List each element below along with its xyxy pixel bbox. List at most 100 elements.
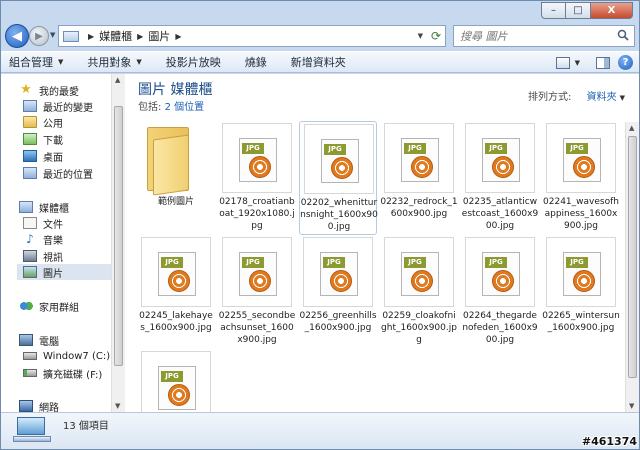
content-scroll-thumb[interactable] bbox=[628, 136, 637, 378]
file-item[interactable]: JPG 02255_secondbeachsunset_1600x900.jpg bbox=[218, 235, 296, 349]
jpg-file-icon: JPG bbox=[321, 139, 359, 183]
star-icon: ★ bbox=[20, 82, 32, 97]
nav-item-drive-f[interactable]: 擴充磁碟 (F:) bbox=[23, 365, 102, 381]
nav-item-label: 電腦 bbox=[39, 336, 59, 348]
nav-item-label: 最近的位置 bbox=[43, 169, 93, 181]
nav-item-public[interactable]: 公用 bbox=[23, 114, 63, 130]
content-scrollbar[interactable]: ▲ ▼ bbox=[625, 122, 639, 412]
nav-item-network[interactable]: 網路 bbox=[19, 398, 59, 412]
close-button[interactable]: X bbox=[591, 2, 633, 19]
breadcrumb-libraries[interactable]: 媒體櫃 bbox=[99, 28, 132, 44]
nav-item-music[interactable]: ♪ 音樂 bbox=[23, 231, 63, 247]
hard-drive-icon bbox=[23, 352, 37, 360]
search-icon[interactable] bbox=[617, 29, 629, 41]
maximize-button[interactable]: □ bbox=[566, 2, 591, 19]
file-name: 02178_croatianboat_1920x1080.jpg bbox=[219, 197, 295, 231]
nav-item-desktop[interactable]: 桌面 bbox=[23, 148, 63, 164]
scroll-down-icon[interactable]: ▼ bbox=[115, 402, 120, 410]
change-view-icon[interactable] bbox=[555, 56, 570, 69]
file-thumbnail: JPG bbox=[304, 124, 374, 194]
file-type-tag: JPG bbox=[161, 371, 183, 382]
nav-scrollbar[interactable]: ▲ ▼ bbox=[111, 74, 125, 412]
scroll-up-icon[interactable]: ▲ bbox=[629, 124, 634, 132]
folder-icon bbox=[23, 100, 37, 112]
breadcrumb-separator-icon[interactable]: ▶ bbox=[137, 32, 143, 41]
file-name: 02265_wintersun_1600x900.jpg bbox=[542, 311, 620, 333]
nav-item-drive-c[interactable]: Window7 (C:) bbox=[23, 348, 110, 364]
locations-link[interactable]: 2 個位置 bbox=[165, 102, 205, 113]
file-item[interactable]: JPG 02235_atlanticwestcoast_1600x900.jpg bbox=[461, 121, 539, 235]
nav-item-favorites[interactable]: ★ 我的最愛 bbox=[19, 82, 79, 98]
homegroup-icon bbox=[19, 300, 33, 312]
organize-menu[interactable]: 組合管理 ▼ bbox=[9, 54, 63, 70]
search-box[interactable] bbox=[453, 25, 635, 47]
preview-pane-icon[interactable] bbox=[596, 56, 610, 69]
breadcrumb-pictures[interactable]: 圖片 bbox=[148, 28, 170, 44]
nav-scroll-thumb[interactable] bbox=[114, 106, 123, 366]
back-button[interactable]: ◀ bbox=[5, 24, 29, 48]
share-menu[interactable]: 共用對象 ▼ bbox=[87, 54, 141, 70]
jpg-file-icon: JPG bbox=[239, 138, 277, 182]
jpg-file-icon: JPG bbox=[401, 252, 439, 296]
nav-item-videos[interactable]: 視訊 bbox=[23, 248, 63, 264]
file-item[interactable]: JPG 02245_lakehayes_1600x900.jpg bbox=[137, 235, 215, 349]
breadcrumb-separator-icon[interactable]: ▶ bbox=[88, 32, 94, 41]
slideshow-button[interactable]: 投影片放映 bbox=[166, 54, 221, 70]
file-item[interactable]: JPG 02178_croatianboat_1920x1080.jpg bbox=[218, 121, 296, 235]
refresh-icon[interactable]: ⟳ bbox=[431, 29, 441, 43]
file-item[interactable]: JPG bbox=[137, 349, 215, 412]
file-thumbnail: JPG bbox=[141, 237, 211, 307]
nav-item-computer[interactable]: 電腦 bbox=[19, 332, 59, 348]
chevron-down-icon: ▼ bbox=[136, 58, 142, 66]
nav-item-recent-changes[interactable]: 最近的變更 bbox=[23, 98, 93, 114]
breadcrumb-separator-icon[interactable]: ▶ bbox=[175, 32, 181, 41]
jpg-file-icon: JPG bbox=[563, 138, 601, 182]
file-thumbnail: JPG bbox=[303, 237, 373, 307]
burn-button[interactable]: 燒錄 bbox=[245, 54, 267, 70]
address-dropdown-icon[interactable]: ▼ bbox=[418, 32, 423, 40]
jpg-file-icon: JPG bbox=[482, 252, 520, 296]
nav-item-homegroup[interactable]: 家用群組 bbox=[19, 298, 79, 314]
toolbar-right: ▼ ? bbox=[555, 55, 633, 70]
includes-label: 包括: bbox=[138, 102, 162, 113]
music-note-icon: ♪ bbox=[26, 232, 34, 246]
file-item[interactable]: JPG 02232_redrock_1600x900.jpg bbox=[380, 121, 458, 235]
forward-button[interactable]: ▶ bbox=[29, 26, 49, 46]
file-item[interactable]: JPG 02256_greenhills_1600x900.jpg bbox=[299, 235, 377, 349]
search-input[interactable] bbox=[460, 29, 610, 43]
nav-item-libraries[interactable]: 媒體櫃 bbox=[19, 199, 69, 215]
minimize-button[interactable]: – bbox=[541, 2, 566, 19]
file-item[interactable]: JPG 02265_wintersun_1600x900.jpg bbox=[542, 235, 620, 349]
share-label: 共用對象 bbox=[87, 56, 132, 69]
folder-item[interactable]: 範例圖片 bbox=[137, 121, 215, 235]
chevron-down-icon[interactable]: ▼ bbox=[575, 59, 580, 67]
scroll-up-icon[interactable]: ▲ bbox=[115, 76, 120, 84]
arrange-dropdown[interactable]: 資料夾 bbox=[587, 92, 617, 103]
laptop-icon bbox=[13, 417, 51, 445]
file-item[interactable]: JPG 02202_whenitturnsnight_1600x900.jpg bbox=[299, 121, 378, 235]
file-item[interactable]: JPG 02259_cloakofnight_1600x900.jpg bbox=[380, 235, 458, 349]
recent-pages-dropdown[interactable]: ▼ bbox=[50, 31, 55, 39]
address-row: ◀ ▶ ▼ ▶ 媒體櫃 ▶ 圖片 ▶ ▼ ⟳ bbox=[1, 21, 639, 51]
chevron-down-icon[interactable]: ▼ bbox=[620, 94, 625, 102]
computer-icon bbox=[19, 334, 33, 346]
address-bar[interactable]: ▶ 媒體櫃 ▶ 圖片 ▶ ▼ ⟳ bbox=[58, 25, 446, 47]
command-toolbar: 組合管理 ▼ 共用對象 ▼ 投影片放映 燒錄 新增資料夾 ▼ ? bbox=[1, 51, 639, 73]
file-thumbnail: JPG bbox=[222, 123, 292, 193]
file-type-tag: JPG bbox=[324, 144, 346, 155]
file-item[interactable]: JPG 02241_wavesofhappiness_1600x900.jpg bbox=[542, 121, 620, 235]
video-icon bbox=[23, 250, 37, 262]
file-thumbnail: JPG bbox=[222, 237, 292, 307]
nav-item-recent-places[interactable]: 最近的位置 bbox=[23, 165, 93, 181]
nav-item-documents[interactable]: 文件 bbox=[23, 215, 63, 231]
arrange-label: 排列方式: bbox=[528, 92, 572, 103]
new-folder-button[interactable]: 新增資料夾 bbox=[291, 54, 346, 70]
help-icon[interactable]: ? bbox=[618, 55, 633, 70]
file-type-tag: JPG bbox=[323, 257, 345, 268]
nav-item-downloads[interactable]: 下載 bbox=[23, 131, 63, 147]
file-item[interactable]: JPG 02264_thegardenofeden_1600x900.jpg bbox=[461, 235, 539, 349]
arrow-right-icon: ▶ bbox=[35, 30, 43, 42]
nav-item-pictures[interactable]: 圖片 bbox=[17, 264, 111, 280]
scroll-down-icon[interactable]: ▼ bbox=[629, 402, 634, 410]
arrow-left-icon: ◀ bbox=[12, 28, 22, 44]
